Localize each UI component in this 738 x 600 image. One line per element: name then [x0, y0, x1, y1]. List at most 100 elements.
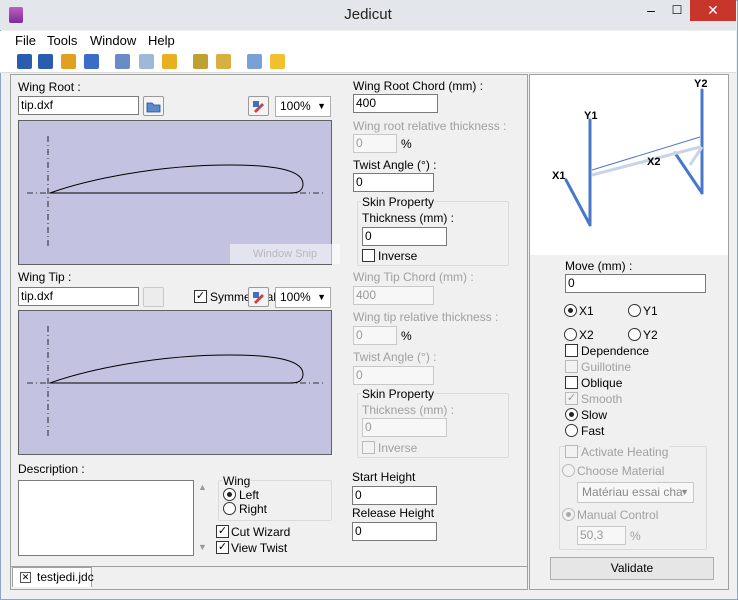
cut-wizard-checkbox[interactable]: ✓ — [216, 525, 229, 538]
menu-tools[interactable]: Tools — [47, 33, 77, 48]
machine-icon[interactable] — [216, 54, 231, 69]
root-chord-label: Wing Root Chord (mm) : — [353, 79, 484, 93]
root-thickness-unit: % — [401, 137, 412, 151]
wing-root-browse-button[interactable] — [143, 96, 164, 116]
root-inverse-label: Inverse — [378, 249, 418, 263]
chevron-down-icon: ▼ — [317, 101, 326, 111]
wing-tip-browse-button — [143, 287, 164, 307]
root-thickness-input: 0 — [353, 134, 397, 153]
symmetrical-checkbox[interactable]: ✓ — [194, 290, 207, 303]
chevron-down-icon: ▼ — [680, 487, 689, 497]
view-twist-label: View Twist — [231, 541, 288, 555]
view-twist-checkbox[interactable]: ✓ — [216, 541, 229, 554]
speed-fast-label: Fast — [581, 424, 605, 438]
tip-twist-label: Twist Angle (°) : — [353, 350, 437, 364]
wing-left-radio[interactable] — [223, 488, 236, 501]
axes-diagram-drawing: Y1 Y2 X1 X2 — [552, 78, 707, 227]
menu-window[interactable]: Window — [90, 33, 136, 48]
speed-fast-radio[interactable] — [565, 424, 578, 437]
settings-icon[interactable] — [247, 54, 262, 69]
tip-twist-input: 0 — [353, 366, 434, 385]
smooth-checkbox: ✓ — [565, 392, 578, 405]
wing-right-radio[interactable] — [223, 502, 236, 515]
scroll-up-icon[interactable]: ▲ — [198, 482, 207, 492]
axis-y1-radio[interactable] — [628, 304, 641, 317]
root-skin-thickness-input[interactable]: 0 — [362, 227, 447, 246]
axis-x1-label: X1 — [579, 304, 594, 318]
close-tab-icon[interactable]: ✕ — [20, 572, 31, 583]
axis-y2-radio[interactable] — [628, 328, 641, 341]
wing-root-airfoil-drawing — [27, 136, 323, 246]
root-twist-label: Twist Angle (°) : — [353, 158, 437, 172]
root-twist-input[interactable]: 0 — [353, 173, 434, 192]
activate-heating-label: Activate Heating — [581, 445, 671, 459]
manual-control-label: Manual Control — [577, 508, 659, 522]
wing-root-zoom-select[interactable]: 100% ▼ — [275, 96, 331, 117]
wing-root-zoom-value: 100% — [280, 99, 311, 113]
manual-control-unit: % — [630, 529, 641, 543]
maximize-button[interactable]: ☐ — [664, 0, 690, 22]
menu-file[interactable]: File — [15, 33, 36, 48]
validate-button[interactable]: Validate — [550, 557, 714, 580]
wing-root-file-input[interactable]: tip.dxf — [18, 96, 139, 115]
wing-tip-file-input[interactable]: tip.dxf — [18, 287, 139, 306]
manual-control-radio — [562, 508, 575, 521]
tip-skin-label: Skin Property — [361, 387, 436, 401]
save-icon[interactable] — [84, 54, 99, 69]
axis-y1-label: Y1 — [643, 304, 658, 318]
oblique-label: Oblique — [581, 376, 623, 390]
wing-tip-tool-button[interactable] — [248, 287, 269, 307]
wing-tip-zoom-value: 100% — [280, 290, 311, 304]
diagram-y2-label: Y2 — [694, 78, 707, 90]
axis-x2-radio[interactable] — [564, 328, 577, 341]
folder-open-icon[interactable] — [61, 54, 76, 69]
scroll-down-icon[interactable]: ▼ — [198, 542, 207, 552]
wing-tip-zoom-select[interactable]: 100% ▼ — [275, 287, 331, 308]
tip-skin-thickness-input: 0 — [362, 418, 447, 437]
smooth-label: Smooth — [581, 392, 623, 406]
manual-control-input: 50,3 — [577, 526, 626, 545]
minimize-button[interactable]: – — [638, 0, 664, 22]
dependence-label: Dependence — [581, 344, 650, 358]
brush-icon — [253, 292, 264, 304]
root-skin-label: Skin Property — [361, 195, 436, 209]
activate-heating-checkbox — [565, 445, 578, 458]
plugin-icon[interactable] — [162, 54, 177, 69]
cut-wizard-label: Cut Wizard — [231, 525, 291, 539]
material-select-value: Matériau essai cha — [582, 485, 683, 499]
guillotine-label: Guillotine — [581, 360, 632, 374]
diagram-y1-label: Y1 — [584, 110, 597, 122]
folder-open-icon — [146, 102, 161, 113]
choose-material-label: Choose Material — [577, 464, 665, 478]
tip-inverse-checkbox — [362, 441, 375, 454]
wing-icon[interactable] — [193, 54, 208, 69]
tip-thickness-input: 0 — [353, 326, 397, 345]
open-dxf-icon[interactable] — [17, 54, 32, 69]
tip-thickness-unit: % — [401, 329, 412, 343]
dependence-checkbox[interactable] — [565, 344, 578, 357]
description-textarea[interactable] — [18, 480, 194, 556]
release-height-input[interactable]: 0 — [352, 522, 437, 541]
start-height-input[interactable]: 0 — [352, 486, 437, 505]
axis-x1-radio[interactable] — [564, 304, 577, 317]
material-select: Matériau essai cha ▼ — [577, 482, 694, 503]
root-chord-input[interactable]: 400 — [353, 94, 438, 113]
tip-skin-thickness-label: Thickness (mm) : — [362, 403, 455, 417]
wing-root-tool-button[interactable] — [248, 96, 269, 116]
help-icon[interactable] — [270, 54, 285, 69]
open-project-icon[interactable] — [38, 54, 53, 69]
oblique-checkbox[interactable] — [565, 376, 578, 389]
speed-slow-radio[interactable] — [565, 408, 578, 421]
wizard-icon[interactable] — [139, 54, 154, 69]
move-input[interactable]: 0 — [565, 274, 706, 293]
menu-help[interactable]: Help — [148, 33, 175, 48]
wing-root-label: Wing Root : — [18, 80, 81, 94]
wing-tip-airfoil-drawing — [27, 326, 323, 436]
toolbar — [0, 51, 736, 73]
tip-chord-input: 400 — [353, 286, 434, 305]
close-button[interactable]: ✕ — [690, 0, 736, 21]
root-inverse-checkbox[interactable] — [362, 249, 375, 262]
cut-icon[interactable] — [115, 54, 130, 69]
brush-icon — [253, 101, 264, 113]
guillotine-checkbox — [565, 360, 578, 373]
